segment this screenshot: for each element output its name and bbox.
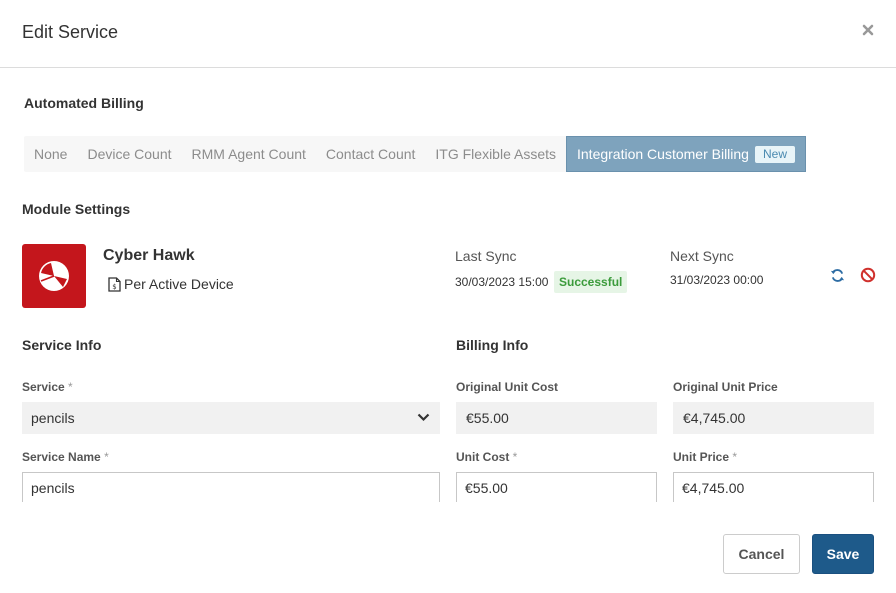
tab-label: Integration Customer Billing — [577, 146, 749, 162]
modal-header: Edit Service — [0, 0, 896, 68]
unit-price-input[interactable]: €4,745.00 — [673, 472, 874, 502]
service-info-heading: Service Info — [22, 337, 102, 353]
next-sync-label: Next Sync — [670, 248, 734, 264]
service-label-text: Service — [22, 380, 65, 394]
invoice-icon: $ — [108, 276, 121, 292]
integration-name: Cyber Hawk — [103, 247, 195, 264]
last-sync-label: Last Sync — [455, 248, 517, 264]
service-name-label: Service Name * — [22, 450, 109, 464]
unit-price-label-text: Unit Price — [673, 450, 730, 464]
next-sync-value: 31/03/2023 00:00 — [670, 273, 764, 287]
required-marker: * — [104, 450, 109, 464]
tab-label: ITG Flexible Assets — [435, 146, 556, 162]
tab-label: Contact Count — [325, 146, 416, 162]
sync-icon[interactable] — [830, 268, 846, 284]
original-unit-cost-value: €55.00 — [456, 402, 657, 434]
required-marker: * — [512, 450, 518, 464]
tab-integration-customer-billing[interactable]: Integration Customer Billing New — [566, 136, 806, 172]
service-name-input[interactable]: pencils — [22, 472, 440, 502]
modal-title: Edit Service — [22, 22, 119, 42]
tab-rmm-agent-count[interactable]: RMM Agent Count — [182, 136, 316, 172]
original-unit-price-value: €4,745.00 — [673, 402, 874, 434]
service-select[interactable]: pencils — [22, 402, 440, 434]
chevron-down-icon — [417, 413, 430, 422]
tab-label: Device Count — [87, 146, 172, 162]
tab-none[interactable]: None — [24, 136, 77, 172]
tab-itg-flexible-assets[interactable]: ITG Flexible Assets — [425, 136, 566, 172]
close-icon[interactable] — [862, 24, 876, 40]
billing-info-heading: Billing Info — [456, 337, 529, 353]
unit-cost-input[interactable]: €55.00 — [456, 472, 657, 502]
unit-cost-label: Unit Cost * — [456, 450, 517, 464]
last-sync-value: 30/03/2023 15:00 — [455, 275, 549, 289]
integration-logo — [22, 244, 86, 308]
unit-cost-label-text: Unit Cost — [456, 450, 510, 464]
service-name-input-value: pencils — [31, 480, 75, 496]
billing-type-tabs: None Device Count RMM Agent Count Contac… — [24, 136, 806, 172]
unit-cost-input-value: €55.00 — [465, 480, 508, 496]
service-label: Service * — [22, 380, 73, 394]
automated-billing-heading: Automated Billing — [24, 95, 144, 111]
service-select-value: pencils — [31, 410, 75, 426]
cyber-hawk-logo-icon — [39, 261, 69, 291]
ban-icon[interactable] — [860, 267, 876, 283]
billing-mode-label: Per Active Device — [124, 276, 234, 292]
tab-label: None — [34, 146, 68, 162]
service-name-label-text: Service Name — [22, 450, 101, 464]
required-marker: * — [732, 450, 738, 464]
svg-text:$: $ — [112, 283, 116, 291]
original-unit-cost-label: Original Unit Cost — [456, 380, 558, 394]
new-badge: New — [754, 146, 795, 163]
cancel-button[interactable]: Cancel — [723, 534, 800, 574]
save-button[interactable]: Save — [812, 534, 874, 574]
tab-device-count[interactable]: Device Count — [77, 136, 181, 172]
original-unit-price-label: Original Unit Price — [673, 380, 778, 394]
sync-status-badge: Successful — [554, 271, 628, 293]
module-settings-heading: Module Settings — [22, 201, 131, 217]
billing-mode: $ Per Active Device — [108, 276, 234, 292]
required-marker: * — [68, 380, 73, 394]
tab-label: RMM Agent Count — [191, 146, 306, 162]
tab-contact-count[interactable]: Contact Count — [316, 136, 426, 172]
unit-price-label: Unit Price * — [673, 450, 737, 464]
unit-price-input-value: €4,745.00 — [682, 480, 745, 496]
